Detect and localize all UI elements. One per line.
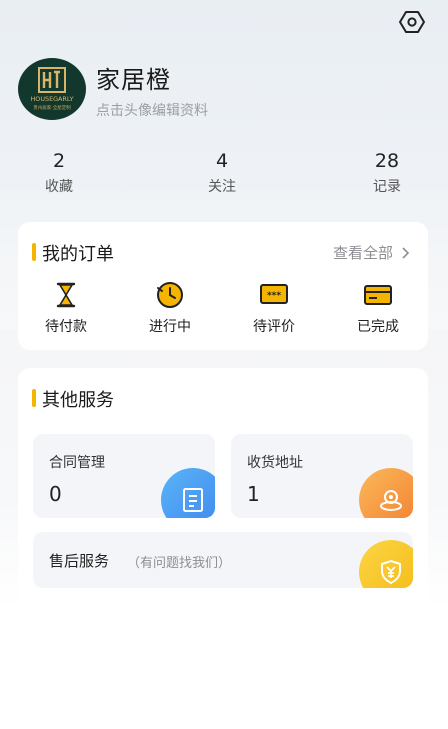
address-count: 1 bbox=[247, 482, 260, 506]
order-label: 待评价 bbox=[253, 319, 295, 335]
order-awaiting-review[interactable]: *** 待评价 bbox=[234, 280, 314, 336]
services-card: 其他服务 合同管理 0 收货地址 1 售后服务 （有问题找我们） bbox=[18, 368, 428, 610]
order-label: 进行中 bbox=[149, 319, 191, 335]
address-label: 收货地址 bbox=[247, 455, 303, 471]
logo-subtext: 贵州居家·全屋定制 bbox=[33, 104, 71, 111]
contract-label: 合同管理 bbox=[49, 455, 105, 471]
stat-label: 关注 bbox=[208, 179, 236, 195]
contract-management-tile[interactable]: 合同管理 0 bbox=[33, 434, 215, 518]
view-all-orders-link[interactable]: 查看全部 bbox=[333, 242, 410, 263]
stat-label: 记录 bbox=[373, 179, 401, 195]
order-in-progress[interactable]: 进行中 bbox=[130, 280, 210, 336]
yuan-shield-icon bbox=[359, 540, 413, 588]
stat-label: 收藏 bbox=[45, 179, 73, 195]
stat-count: 2 bbox=[52, 150, 66, 172]
contract-count: 0 bbox=[49, 482, 62, 506]
location-icon bbox=[359, 468, 413, 518]
chevron-right-icon bbox=[402, 246, 410, 259]
stat-count: 4 bbox=[215, 150, 229, 172]
after-sale-hint: （有问题找我们） bbox=[127, 556, 232, 571]
shipping-address-tile[interactable]: 收货地址 1 bbox=[231, 434, 413, 518]
after-sale-service-tile[interactable]: 售后服务 （有问题找我们） bbox=[33, 532, 413, 588]
logo-text: HOUSEGARLY bbox=[31, 95, 74, 103]
after-sale-label: 售后服务 bbox=[49, 552, 110, 570]
clock-icon bbox=[130, 280, 210, 310]
services-title: 其他服务 bbox=[32, 386, 114, 412]
order-completed[interactable]: 已完成 bbox=[338, 280, 418, 336]
stat-following[interactable]: 4 关注 bbox=[177, 150, 267, 196]
hourglass-icon bbox=[26, 280, 106, 310]
document-icon bbox=[161, 468, 215, 518]
stat-records[interactable]: 28 记录 bbox=[342, 150, 432, 196]
orders-title: 我的订单 bbox=[32, 240, 114, 266]
svg-text:***: *** bbox=[267, 291, 281, 301]
completed-card-icon bbox=[338, 280, 418, 310]
edit-profile-hint[interactable]: 点击头像编辑资料 bbox=[96, 100, 208, 120]
order-label: 待付款 bbox=[45, 319, 87, 335]
stat-count: 28 bbox=[374, 150, 400, 172]
avatar[interactable]: HOUSEGARLY 贵州居家·全屋定制 bbox=[18, 58, 86, 120]
view-all-label: 查看全部 bbox=[332, 244, 393, 262]
order-label: 已完成 bbox=[357, 319, 399, 335]
order-pending-payment[interactable]: 待付款 bbox=[26, 280, 106, 336]
orders-card: 我的订单 查看全部 待付款 进行中 *** 待评价 已完成 bbox=[18, 222, 428, 350]
stat-favorites[interactable]: 2 收藏 bbox=[14, 150, 104, 196]
settings-icon[interactable] bbox=[398, 8, 426, 36]
review-icon: *** bbox=[234, 280, 314, 310]
username[interactable]: 家居橙 bbox=[96, 60, 171, 95]
